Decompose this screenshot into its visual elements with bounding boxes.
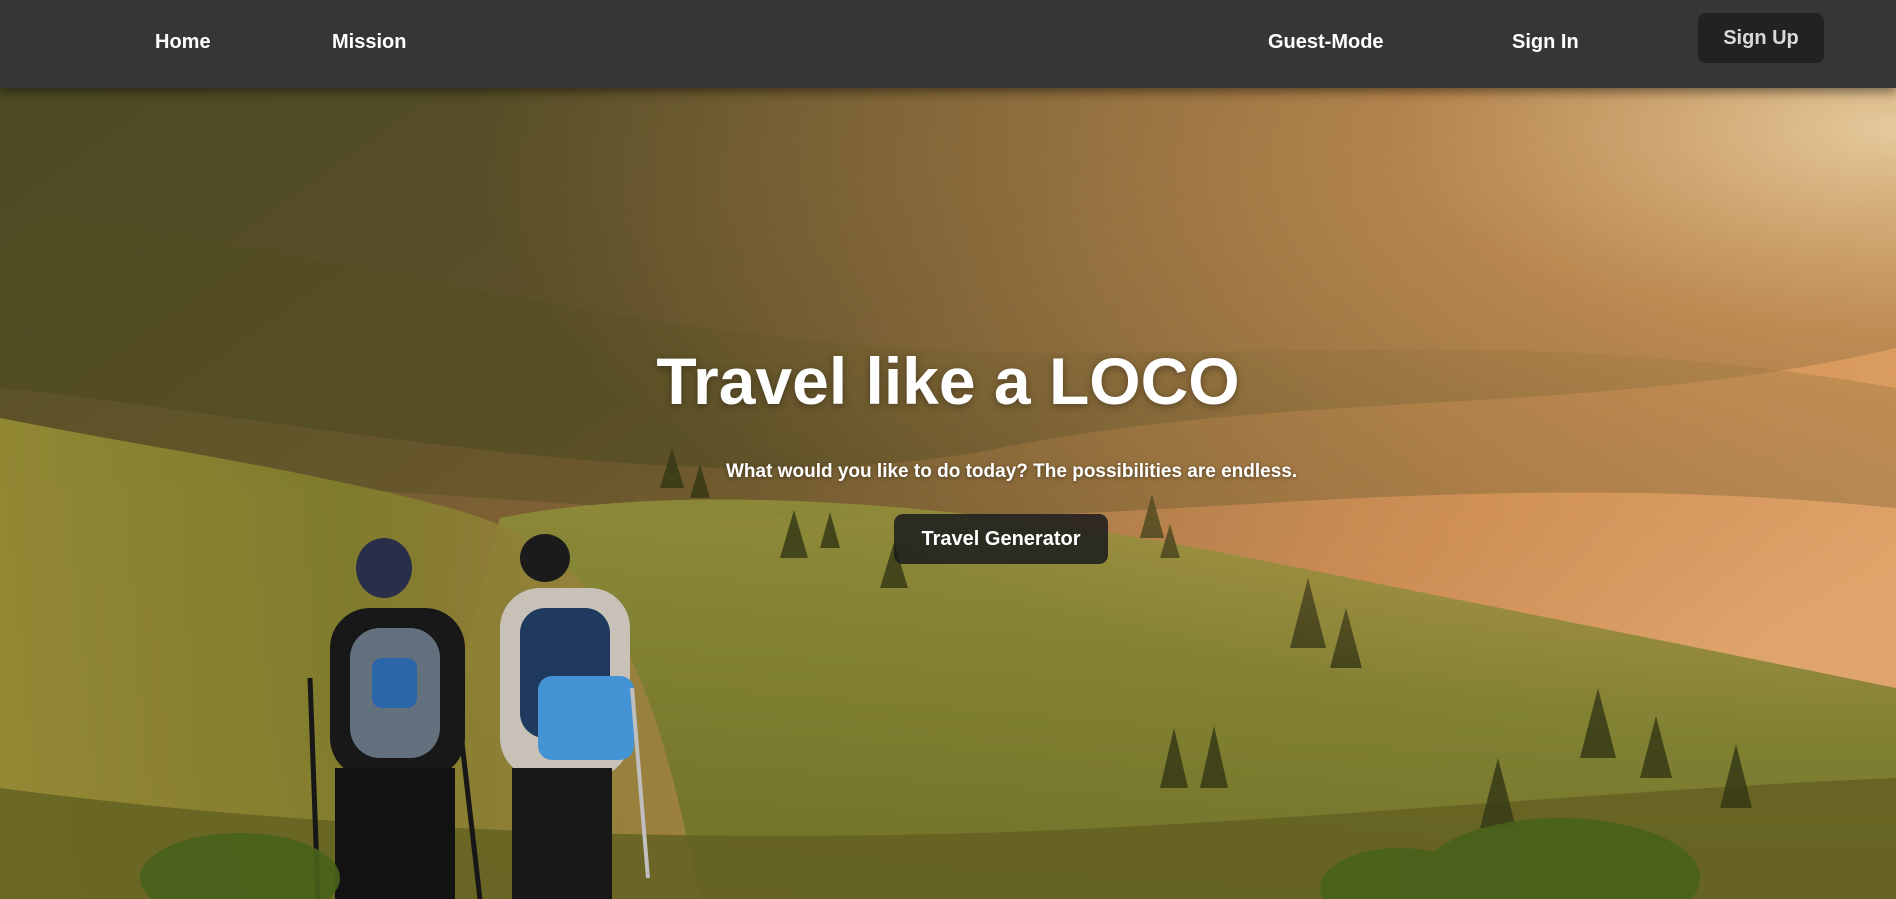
hero-subtitle: What would you like to do today? The pos… [726, 461, 1298, 482]
nav-sign-in-link[interactable]: Sign In [1512, 28, 1579, 56]
nav-home-link[interactable]: Home [155, 28, 211, 56]
nav-mission-link[interactable]: Mission [332, 28, 406, 56]
hero-background-image [0, 88, 1896, 899]
top-navbar: Home Mission Guest-Mode Sign In Sign Up [0, 0, 1896, 88]
hero-title: Travel like a LOCO [656, 344, 1240, 418]
sign-up-button[interactable]: Sign Up [1698, 13, 1824, 63]
page: Home Mission Guest-Mode Sign In Sign Up [0, 0, 1896, 899]
nav-guest-mode-link[interactable]: Guest-Mode [1268, 28, 1384, 56]
hero-section: Travel like a LOCO What would you like t… [0, 88, 1896, 899]
travel-generator-button[interactable]: Travel Generator [894, 514, 1108, 564]
